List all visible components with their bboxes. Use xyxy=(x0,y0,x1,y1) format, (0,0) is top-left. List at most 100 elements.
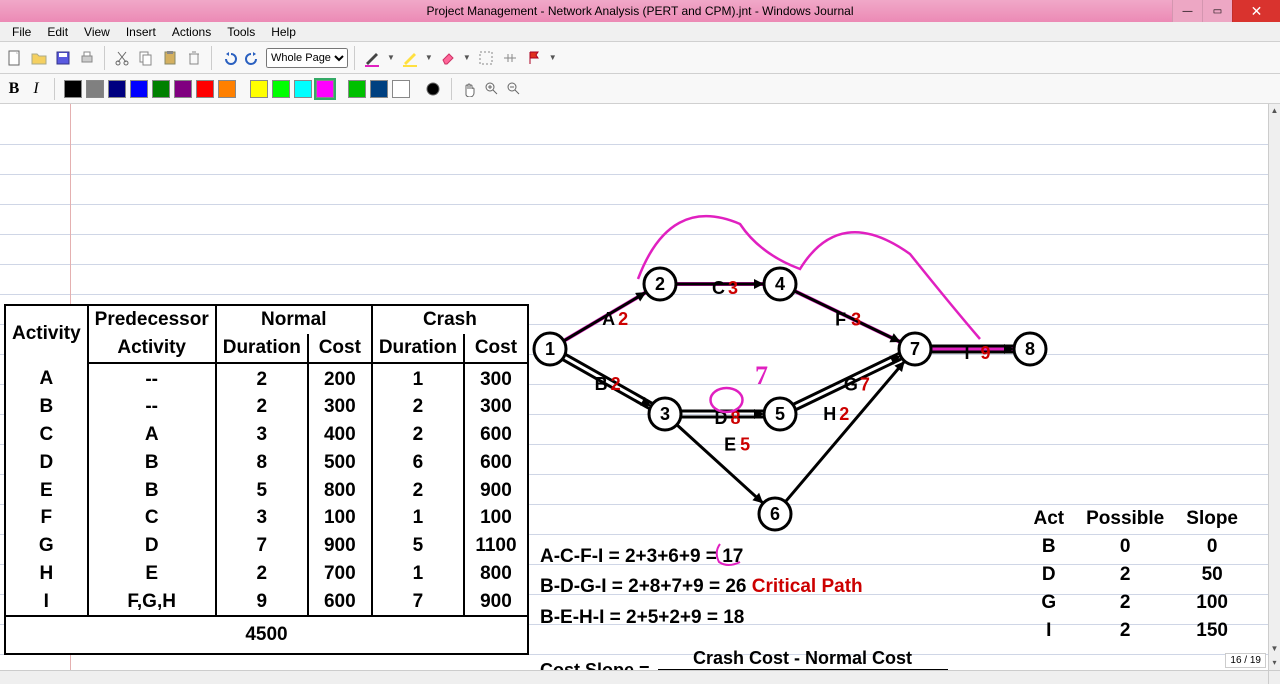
menu-bar: File Edit View Insert Actions Tools Help xyxy=(0,22,1280,42)
menu-actions[interactable]: Actions xyxy=(164,23,219,41)
new-note-button[interactable] xyxy=(4,47,26,69)
menu-view[interactable]: View xyxy=(76,23,118,41)
color-blue[interactable] xyxy=(130,80,148,98)
table-cell: 300 xyxy=(308,393,372,421)
print-button[interactable] xyxy=(76,47,98,69)
th-normal-dur: Duration xyxy=(216,334,308,363)
selection-button[interactable] xyxy=(475,47,497,69)
maximize-button[interactable]: ▭ xyxy=(1202,0,1232,22)
color-yellow[interactable] xyxy=(250,80,268,98)
bold-button[interactable]: B xyxy=(4,80,24,98)
table-cell: I xyxy=(1023,618,1074,644)
color-magenta[interactable] xyxy=(316,80,334,98)
color-purple[interactable] xyxy=(174,80,192,98)
cut-button[interactable] xyxy=(111,47,133,69)
formula-numerator: Crash Cost - Normal Cost xyxy=(658,648,948,670)
copy-button[interactable] xyxy=(135,47,157,69)
vertical-scrollbar[interactable]: ▲ ▼ ▾ xyxy=(1268,104,1280,670)
pen-button[interactable] xyxy=(361,47,383,69)
close-button[interactable]: ✕ xyxy=(1232,0,1280,22)
journal-canvas[interactable]: Activity Predecessor Normal Crash Activi… xyxy=(0,104,1268,670)
color-darkblue[interactable] xyxy=(370,80,388,98)
format-toolbar: B I xyxy=(0,74,1280,104)
highlighter-button[interactable] xyxy=(399,47,421,69)
table-cell: 9 xyxy=(216,588,308,617)
table-cell: E xyxy=(5,477,88,505)
color-black[interactable] xyxy=(64,80,82,98)
table-cell: C xyxy=(5,421,88,449)
pan-hand-icon[interactable] xyxy=(460,79,480,99)
slope-th-slope: Slope xyxy=(1176,506,1248,532)
svg-text:2: 2 xyxy=(618,309,628,329)
color-green2[interactable] xyxy=(348,80,366,98)
table-cell: A xyxy=(5,363,88,394)
eraser-button[interactable] xyxy=(437,47,459,69)
table-row: IF,G,H96007900 xyxy=(5,588,528,617)
redo-button[interactable] xyxy=(242,47,264,69)
table-cell: 900 xyxy=(464,588,528,617)
zoom-select[interactable]: Whole Page xyxy=(266,48,348,68)
menu-tools[interactable]: Tools xyxy=(219,23,263,41)
table-cell: 7 xyxy=(216,532,308,560)
menu-edit[interactable]: Edit xyxy=(39,23,76,41)
svg-text:3: 3 xyxy=(851,310,861,330)
scroll-up-icon[interactable]: ▲ xyxy=(1269,104,1280,118)
pen-dropdown[interactable]: ▼ xyxy=(385,53,397,62)
table-row: FC31001100 xyxy=(5,504,528,532)
paste-button[interactable] xyxy=(159,47,181,69)
table-cell: 150 xyxy=(1176,618,1248,644)
menu-insert[interactable]: Insert xyxy=(118,23,164,41)
color-cyan[interactable] xyxy=(294,80,312,98)
minimize-button[interactable]: — xyxy=(1172,0,1202,22)
open-button[interactable] xyxy=(28,47,50,69)
table-cell: F,G,H xyxy=(88,588,216,617)
space-button[interactable] xyxy=(499,47,521,69)
table-cell: 2 xyxy=(216,393,308,421)
table-cell: 100 xyxy=(464,504,528,532)
color-navy[interactable] xyxy=(108,80,126,98)
delete-button[interactable] xyxy=(183,47,205,69)
slope-table: Act Possible Slope B00D250G2100I2150 xyxy=(1021,504,1250,646)
flag-button[interactable] xyxy=(523,47,545,69)
table-cell: B xyxy=(1023,534,1074,560)
save-button[interactable] xyxy=(52,47,74,69)
table-cell: 2 xyxy=(372,393,464,421)
page-indicator: 16 / 19 xyxy=(1225,653,1266,668)
th-crash-dur: Duration xyxy=(372,334,464,363)
color-red[interactable] xyxy=(196,80,214,98)
th-normal-cost: Cost xyxy=(308,334,372,363)
zoom-out-icon[interactable] xyxy=(504,79,524,99)
flag-dropdown[interactable]: ▼ xyxy=(547,53,559,62)
eraser-dropdown[interactable]: ▼ xyxy=(461,53,473,62)
svg-text:I: I xyxy=(965,343,970,363)
table-cell: 2 xyxy=(216,363,308,394)
svg-text:A: A xyxy=(602,309,615,329)
horizontal-scrollbar[interactable] xyxy=(0,670,1268,684)
menu-help[interactable]: Help xyxy=(263,23,304,41)
color-white[interactable] xyxy=(392,80,410,98)
color-lime[interactable] xyxy=(272,80,290,98)
table-cell: 6 xyxy=(372,449,464,477)
formula-fraction: Crash Cost - Normal Cost Normal Duration… xyxy=(658,648,948,670)
table-cell: 5 xyxy=(372,532,464,560)
th-normal: Normal xyxy=(216,305,372,334)
color-picker-icon[interactable] xyxy=(423,79,443,99)
zoom-in-icon[interactable] xyxy=(482,79,502,99)
undo-button[interactable] xyxy=(218,47,240,69)
scroll-down-icon[interactable]: ▼ xyxy=(1269,642,1280,656)
table-cell: 1 xyxy=(372,504,464,532)
color-green[interactable] xyxy=(152,80,170,98)
table-cell: 2 xyxy=(1076,618,1174,644)
window-controls: — ▭ ✕ xyxy=(1172,0,1280,22)
color-orange[interactable] xyxy=(218,80,236,98)
table-cell: 2 xyxy=(1076,590,1174,616)
color-gray[interactable] xyxy=(86,80,104,98)
path-bdgi: B-D-G-I = 2+8+7+9 = 26 Critical Path xyxy=(540,572,863,602)
svg-text:E: E xyxy=(724,435,736,455)
italic-button[interactable]: I xyxy=(26,80,46,98)
menu-file[interactable]: File xyxy=(4,23,39,41)
scroll-down2-icon[interactable]: ▾ xyxy=(1269,656,1280,670)
table-cell: 3 xyxy=(216,421,308,449)
highlighter-dropdown[interactable]: ▼ xyxy=(423,53,435,62)
svg-text:5: 5 xyxy=(775,404,785,424)
